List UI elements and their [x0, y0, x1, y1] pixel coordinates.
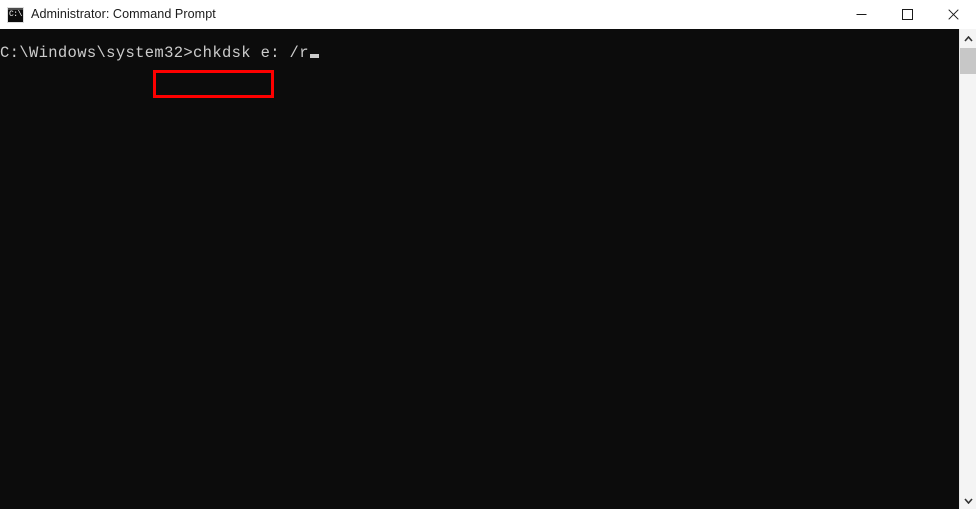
prompt-path: C:\Windows\system32> — [0, 44, 194, 62]
chevron-down-icon — [963, 491, 973, 509]
window-titlebar[interactable]: C:\ Administrator: Command Prompt — [0, 0, 976, 29]
scroll-down-button[interactable] — [960, 491, 976, 509]
command-prompt-window: C:\ Administrator: Command Prompt C:\Win… — [0, 0, 976, 509]
command-prompt-icon: C:\ — [7, 6, 24, 23]
maximize-button[interactable] — [884, 0, 930, 29]
typed-command: chkdsk e: /r — [193, 44, 309, 62]
text-cursor — [309, 54, 319, 58]
window-title: Administrator: Command Prompt — [31, 7, 216, 21]
scrollbar-thumb[interactable] — [960, 48, 976, 74]
terminal-output-area[interactable]: C:\Windows\system32>chkdsk e: /r — [0, 29, 959, 509]
minimize-icon — [856, 9, 867, 20]
maximize-icon — [901, 9, 913, 20]
console-prompt-line: C:\Windows\system32>chkdsk e: /r — [0, 44, 319, 63]
vertical-scrollbar[interactable] — [959, 29, 976, 509]
chevron-up-icon — [963, 29, 973, 47]
close-icon — [947, 9, 959, 20]
scroll-up-button[interactable] — [960, 29, 976, 47]
window-controls — [838, 0, 976, 29]
close-button[interactable] — [930, 0, 976, 29]
icon-glyph-label: C:\ — [9, 9, 22, 19]
scrollbar-track[interactable] — [960, 47, 976, 491]
minimize-button[interactable] — [838, 0, 884, 29]
command-highlight-rectangle — [153, 70, 274, 98]
